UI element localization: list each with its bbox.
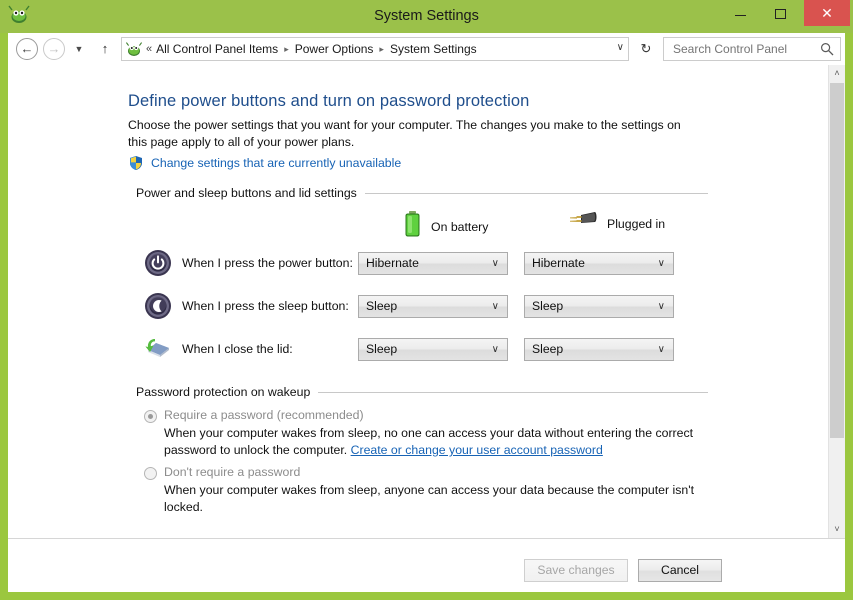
content-area: Define power buttons and turn on passwor… <box>8 65 845 538</box>
radio-line[interactable]: Require a password (recommended) <box>144 408 712 423</box>
scroll-down-button[interactable]: ˅ <box>829 521 845 538</box>
setting-row-close-lid: When I close the lid: Sleep ∨ Sleep ∨ <box>144 334 674 364</box>
power-button-battery-value: Hibernate <box>366 255 419 270</box>
save-changes-button[interactable]: Save changes <box>524 559 628 582</box>
breadcrumb-item-all-control-panel-items[interactable]: All Control Panel Items <box>156 42 278 56</box>
close-lid-battery-value: Sleep <box>366 341 398 356</box>
breadcrumb[interactable]: « All Control Panel Items ▸ Power Option… <box>121 37 629 61</box>
sleep-moon-icon <box>144 292 172 320</box>
sleep-button-plugged-value: Sleep <box>532 298 564 313</box>
search-icon <box>820 42 834 56</box>
sleep-button-battery-dropdown[interactable]: Sleep ∨ <box>358 294 508 318</box>
recent-locations-button[interactable]: ▼ <box>71 38 87 60</box>
search-box[interactable] <box>663 37 841 61</box>
column-header-plugged-in: Plugged in <box>568 210 665 237</box>
sleep-button-row-label: When I press the sleep button: <box>182 299 349 313</box>
breadcrumb-control-panel-icon <box>125 41 143 57</box>
system-settings-window: System Settings ✕ ← → ▼ ↑ « All Control … <box>0 0 853 600</box>
breadcrumb-separator-2[interactable]: ▸ <box>379 44 384 55</box>
navigation-bar: ← → ▼ ↑ « All Control Panel Items ▸ Powe… <box>8 33 845 65</box>
maximize-icon <box>775 9 786 19</box>
power-section-label: Power and sleep buttons and lid settings <box>136 186 357 200</box>
title-bar: System Settings ✕ <box>0 0 853 33</box>
power-button-battery-dropdown[interactable]: Hibernate ∨ <box>358 251 508 275</box>
close-lid-plugged-value: Sleep <box>532 341 564 356</box>
setting-row-sleep-button: When I press the sleep button: Sleep ∨ S… <box>144 291 674 321</box>
search-input[interactable] <box>671 38 816 60</box>
radio-option-require-password[interactable]: Require a password (recommended) When yo… <box>144 408 712 459</box>
close-lid-plugged-dropdown[interactable]: Sleep ∨ <box>524 337 674 361</box>
refresh-button[interactable]: ↻ <box>635 37 657 61</box>
radio-option-no-password[interactable]: Don't require a password When your compu… <box>144 465 712 516</box>
chevron-down-icon: ∨ <box>657 300 665 312</box>
chevron-down-icon: ∨ <box>491 300 499 312</box>
breadcrumb-separator-1[interactable]: ▸ <box>284 44 289 55</box>
on-battery-label: On battery <box>431 219 489 234</box>
minimize-icon <box>735 15 746 16</box>
vertical-scrollbar[interactable]: ˄ ˅ <box>828 65 845 538</box>
power-button-row-label: When I press the power button: <box>182 256 353 270</box>
close-button[interactable]: ✕ <box>804 0 850 26</box>
create-change-password-link[interactable]: Create or change your user account passw… <box>351 443 603 457</box>
minimize-button[interactable] <box>720 0 760 26</box>
setting-row-power-button: When I press the power button: Hibernate… <box>144 248 674 278</box>
up-button[interactable]: ↑ <box>96 38 114 60</box>
settings-page: Define power buttons and turn on passwor… <box>8 65 828 538</box>
chevron-down-icon: ∨ <box>491 257 499 269</box>
power-button-plugged-dropdown[interactable]: Hibernate ∨ <box>524 251 674 275</box>
shield-icon <box>128 155 144 171</box>
no-password-description: When your computer wakes from sleep, any… <box>164 483 695 514</box>
no-password-label: Don't require a password <box>164 465 301 479</box>
scroll-up-button[interactable]: ˄ <box>829 65 845 82</box>
section-divider <box>318 391 708 393</box>
section-divider <box>364 192 708 194</box>
chevron-down-icon: ∨ <box>657 343 665 355</box>
cancel-button[interactable]: Cancel <box>638 559 722 582</box>
sleep-button-battery-value: Sleep <box>366 298 398 313</box>
power-button-icon <box>144 249 172 277</box>
laptop-lid-icon <box>144 335 172 363</box>
sleep-button-plugged-dropdown[interactable]: Sleep ∨ <box>524 294 674 318</box>
breadcrumb-overflow-chevron[interactable]: « <box>146 43 152 55</box>
chevron-down-icon: ∨ <box>491 343 499 355</box>
close-lid-row-label: When I close the lid: <box>182 342 293 356</box>
back-button[interactable]: ← <box>16 38 38 60</box>
footer-bar: Save changes Cancel <box>8 538 845 592</box>
forward-button[interactable]: → <box>43 38 65 60</box>
page-title: Define power buttons and turn on passwor… <box>128 92 530 110</box>
require-password-label: Require a password (recommended) <box>164 408 364 422</box>
maximize-button[interactable] <box>760 0 800 26</box>
power-plug-icon <box>568 210 598 237</box>
close-lid-battery-dropdown[interactable]: Sleep ∨ <box>358 337 508 361</box>
breadcrumb-dropdown-icon[interactable]: ∨ <box>617 42 624 53</box>
breadcrumb-item-power-options[interactable]: Power Options <box>295 42 374 56</box>
uac-link-row[interactable]: Change settings that are currently unava… <box>128 155 401 171</box>
scrollbar-thumb[interactable] <box>830 83 844 438</box>
radio-line[interactable]: Don't require a password <box>144 465 712 480</box>
uac-change-settings-link[interactable]: Change settings that are currently unava… <box>151 156 401 170</box>
require-password-description: When your computer wakes from sleep, no … <box>164 425 712 459</box>
battery-icon <box>403 210 422 243</box>
password-section-header: Password protection on wakeup <box>136 385 708 399</box>
close-icon: ✕ <box>821 5 833 21</box>
column-header-on-battery: On battery <box>403 210 488 243</box>
radio-button-require-password[interactable] <box>144 410 157 423</box>
password-section-label: Password protection on wakeup <box>136 385 311 399</box>
radio-button-no-password[interactable] <box>144 467 157 480</box>
breadcrumb-item-system-settings[interactable]: System Settings <box>390 42 477 56</box>
power-section-header: Power and sleep buttons and lid settings <box>136 186 708 200</box>
page-description: Choose the power settings that you want … <box>128 118 681 149</box>
plugged-in-label: Plugged in <box>607 216 666 231</box>
power-button-plugged-value: Hibernate <box>532 255 585 270</box>
chevron-down-icon: ∨ <box>657 257 665 269</box>
